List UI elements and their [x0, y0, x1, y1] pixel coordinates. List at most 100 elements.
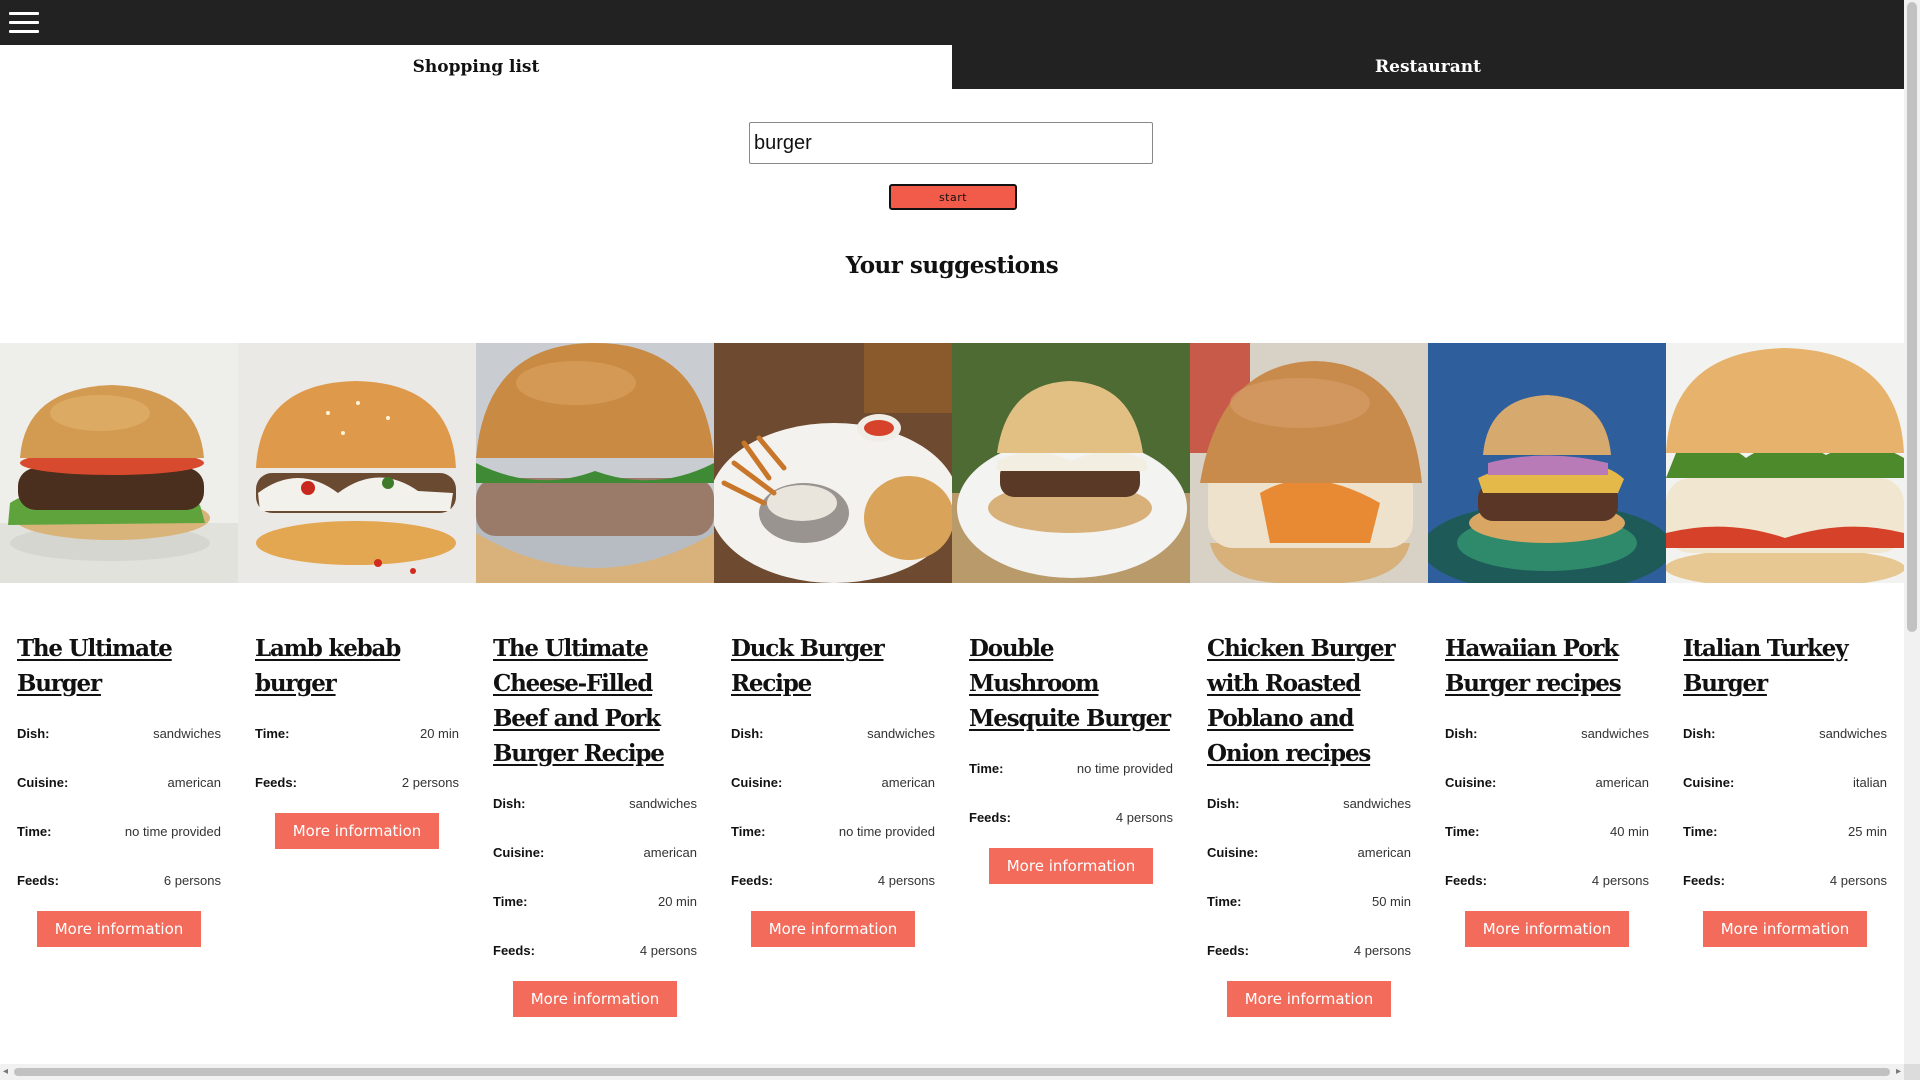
more-information-button[interactable]: More information — [37, 911, 201, 947]
info-value: american — [1595, 775, 1649, 790]
recipe-title-link[interactable]: The Ultimate Burger — [17, 631, 221, 701]
info-label: Feeds: — [969, 810, 1011, 825]
info-label: Feeds: — [17, 873, 59, 888]
info-value: 25 min — [1847, 824, 1887, 839]
info-row-feeds: Feeds: 4 persons — [493, 926, 697, 975]
recipe-card: Italian Turkey Burger Dish: sandwiches Cu… — [1666, 343, 1904, 947]
tab-restaurant[interactable]: Restaurant — [952, 45, 1904, 89]
more-information-button[interactable]: More information — [1703, 911, 1867, 947]
info-label: Cuisine: — [1683, 775, 1735, 790]
suggestions-heading: Your suggestions — [845, 252, 1059, 279]
tab-shopping-list[interactable]: Shopping list — [0, 45, 952, 89]
recipe-image — [1666, 343, 1904, 583]
info-value: 4 persons — [1591, 873, 1649, 888]
recipe-title-link[interactable]: Chicken Burger with Roasted Poblano and … — [1207, 631, 1411, 771]
scrollbar-corner — [1904, 1064, 1920, 1080]
info-label: Time: — [255, 726, 290, 741]
horizontal-scrollbar-thumb[interactable] — [14, 1068, 1890, 1076]
recipe-title-link[interactable]: Italian Turkey Burger — [1683, 631, 1887, 701]
info-value: 2 persons — [401, 775, 459, 790]
info-row-feeds: Feeds: 4 persons — [731, 856, 935, 905]
info-row-time: Time: no time provided — [17, 807, 221, 856]
recipe-title-link[interactable]: Hawaiian Pork Burger recipes — [1445, 631, 1649, 701]
info-value: no time provided — [1076, 761, 1173, 776]
more-information-button[interactable]: More information — [1227, 981, 1391, 1017]
info-row-dish: Dish: sandwiches — [731, 709, 935, 758]
recipe-image — [1428, 343, 1666, 583]
info-row-cuisine: Cuisine: american — [493, 828, 697, 877]
info-value: sandwiches — [1819, 726, 1887, 741]
info-row-dish: Dish: sandwiches — [1207, 779, 1411, 828]
info-row-cuisine: Cuisine: american — [17, 758, 221, 807]
info-value: 4 persons — [1829, 873, 1887, 888]
info-label: Time: — [731, 824, 766, 839]
info-value: 20 min — [419, 726, 459, 741]
info-value: 50 min — [1371, 894, 1411, 909]
hamburger-menu-icon[interactable] — [9, 12, 39, 34]
info-label: Feeds: — [1683, 873, 1725, 888]
horizontal-scrollbar[interactable]: ◂ ▸ — [0, 1064, 1904, 1080]
info-row-cuisine: Cuisine: american — [1207, 828, 1411, 877]
recipe-title-link[interactable]: Duck Burger Recipe — [731, 631, 935, 701]
more-information-button[interactable]: More information — [751, 911, 915, 947]
info-row-time: Time: 50 min — [1207, 877, 1411, 926]
info-row-dish: Dish: sandwiches — [1683, 709, 1887, 758]
info-label: Dish: — [493, 796, 526, 811]
info-value: 4 persons — [639, 943, 697, 958]
info-value: american — [1357, 845, 1411, 860]
info-row-time: Time: no time provided — [969, 744, 1173, 793]
info-value: american — [167, 775, 221, 790]
vertical-scrollbar-thumb[interactable] — [1907, 2, 1917, 632]
info-row-time: Time: 20 min — [255, 709, 459, 758]
more-information-button[interactable]: More information — [275, 813, 439, 849]
search-input[interactable] — [749, 122, 1153, 164]
info-label: Cuisine: — [1207, 845, 1259, 860]
info-label: Dish: — [1207, 796, 1240, 811]
info-label: Dish: — [17, 726, 50, 741]
info-value: sandwiches — [629, 796, 697, 811]
tab-bar: Shopping list Restaurant — [0, 45, 1904, 89]
scroll-left-arrow-icon[interactable]: ◂ — [3, 1066, 8, 1077]
vertical-scrollbar[interactable] — [1904, 0, 1920, 1080]
info-value: sandwiches — [867, 726, 935, 741]
recipe-image — [1190, 343, 1428, 583]
info-label: Time: — [1207, 894, 1242, 909]
info-value: 4 persons — [1353, 943, 1411, 958]
more-information-button[interactable]: More information — [1465, 911, 1629, 947]
start-button[interactable]: start — [889, 184, 1017, 210]
info-row-feeds: Feeds: 6 persons — [17, 856, 221, 905]
recipe-image — [238, 343, 476, 583]
info-value: 4 persons — [877, 873, 935, 888]
recipe-image — [714, 343, 952, 583]
recipe-card: Lamb kebab burger Time: 20 min Feeds: 2 pe… — [238, 343, 476, 849]
recipe-card: Double Mushroom Mesquite Burger Time: no … — [952, 343, 1190, 884]
scroll-right-arrow-icon[interactable]: ▸ — [1896, 1066, 1901, 1077]
info-label: Time: — [493, 894, 528, 909]
info-value: italian — [1853, 775, 1887, 790]
info-label: Feeds: — [255, 775, 297, 790]
info-value: sandwiches — [153, 726, 221, 741]
info-label: Feeds: — [1207, 943, 1249, 958]
info-label: Dish: — [731, 726, 764, 741]
recipe-image — [952, 343, 1190, 583]
recipe-title-link[interactable]: Double Mushroom Mesquite Burger — [969, 631, 1173, 736]
info-value: 20 min — [657, 894, 697, 909]
info-value: 4 persons — [1115, 810, 1173, 825]
info-row-dish: Dish: sandwiches — [17, 709, 221, 758]
more-information-button[interactable]: More information — [989, 848, 1153, 884]
info-row-time: Time: 25 min — [1683, 807, 1887, 856]
info-label: Cuisine: — [17, 775, 69, 790]
recipe-title-link[interactable]: Lamb kebab burger — [255, 631, 459, 701]
info-label: Time: — [1445, 824, 1480, 839]
info-value: no time provided — [838, 824, 935, 839]
info-label: Time: — [17, 824, 52, 839]
more-information-button[interactable]: More information — [513, 981, 677, 1017]
recipe-title-link[interactable]: The Ultimate Cheese-Filled Beef and Pork… — [493, 631, 697, 771]
info-value: american — [881, 775, 935, 790]
info-label: Dish: — [1683, 726, 1716, 741]
top-bar — [0, 0, 1904, 45]
recipe-card: Chicken Burger with Roasted Poblano and … — [1190, 343, 1428, 1017]
info-row-cuisine: Cuisine: american — [731, 758, 935, 807]
info-row-feeds: Feeds: 4 persons — [1207, 926, 1411, 975]
info-label: Cuisine: — [493, 845, 545, 860]
